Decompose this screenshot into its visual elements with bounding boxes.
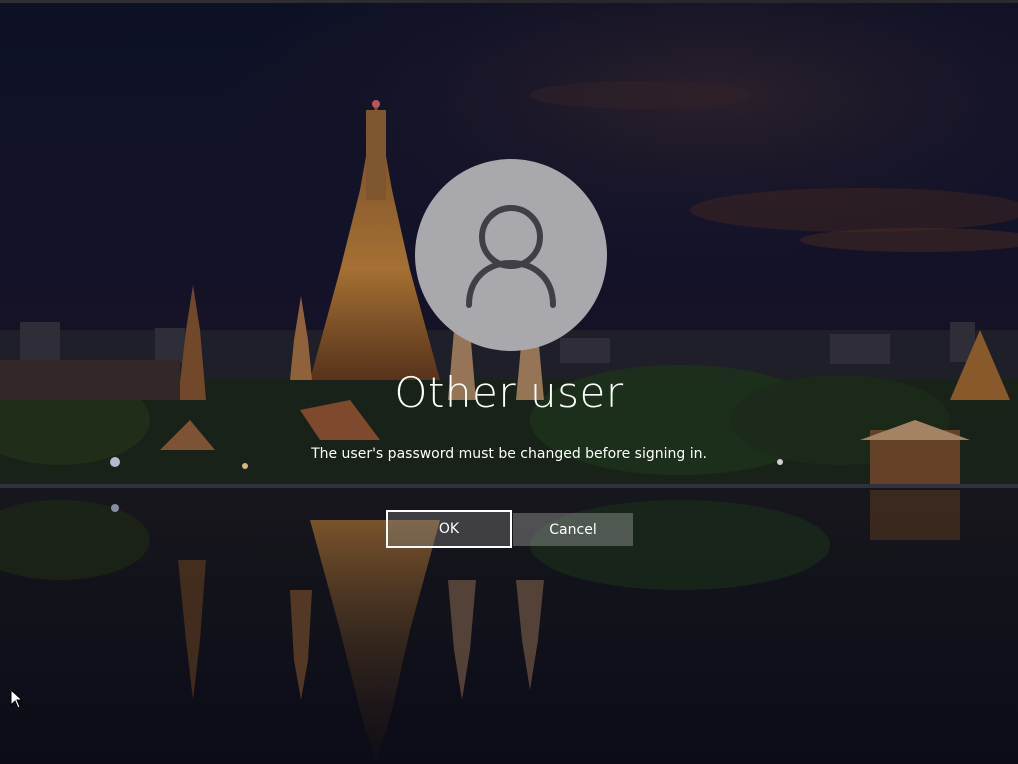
user-silhouette-icon bbox=[466, 205, 556, 308]
username-title: Other user bbox=[394, 368, 624, 417]
mouse-pointer-icon bbox=[10, 689, 24, 709]
password-change-message: The user's password must be changed befo… bbox=[311, 446, 707, 462]
ok-button[interactable]: OK bbox=[386, 510, 512, 548]
user-avatar bbox=[415, 159, 607, 351]
cancel-button[interactable]: Cancel bbox=[513, 513, 633, 546]
lock-screen: Other user The user's password must be c… bbox=[0, 0, 1018, 764]
